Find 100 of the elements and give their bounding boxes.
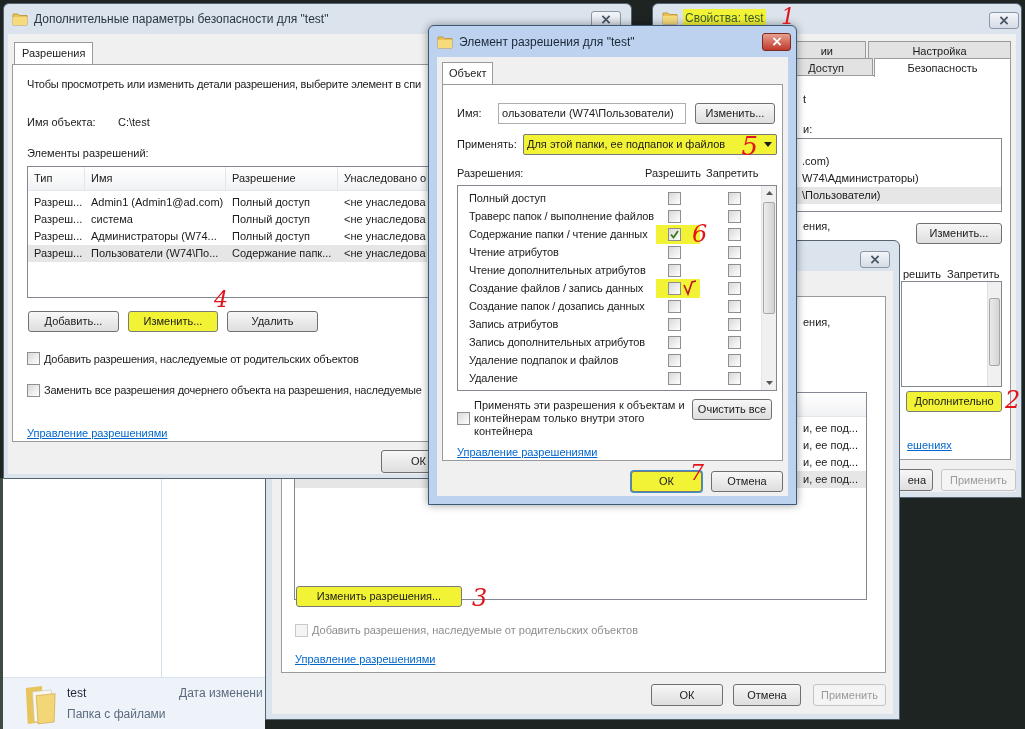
edit-button[interactable]: Изменить... [916, 223, 1002, 244]
close-button[interactable] [762, 32, 791, 51]
tab[interactable]: Разрешения [14, 42, 94, 64]
column-header[interactable]: Имя [85, 166, 226, 190]
tab[interactable]: Объект [442, 62, 494, 84]
checkbox[interactable] [728, 354, 741, 367]
table-cell-text: Полный доступ [231, 211, 312, 227]
table-cell-text: Полный доступ [231, 194, 312, 210]
checkbox[interactable] [728, 336, 741, 349]
checkbox[interactable] [728, 372, 741, 385]
table-cell-text: Содержание папк... [231, 245, 333, 261]
section-label: Разрешения: [457, 166, 525, 181]
checkbox[interactable] [728, 228, 741, 241]
annotation-number: 2 [1005, 388, 1021, 412]
folder-icon [12, 11, 28, 27]
checkbox[interactable] [668, 372, 681, 385]
link[interactable]: Управление разрешениями [457, 443, 598, 460]
name-field[interactable]: ользователи (W74\Пользователи) [498, 103, 686, 124]
close-button[interactable] [860, 251, 890, 268]
edit-permissions-button[interactable]: Изменить разрешения... [296, 586, 462, 607]
window-title: Элемент разрешения для "test" [459, 33, 635, 51]
table-row[interactable]: Разреш... Пользователи (W74\По... Содержание папк... <не унаследова [28, 244, 427, 262]
column-header: Запретить [947, 267, 1000, 282]
checkbox[interactable] [728, 318, 741, 331]
permission-label: Чтение дополнительных атрибутов [468, 263, 647, 279]
column-header[interactable]: Унаследовано о [338, 166, 428, 190]
scroll-down-icon [765, 380, 773, 385]
field-label: Имя: [457, 106, 483, 122]
link[interactable]: Управление разрешениями [295, 651, 436, 668]
checkbox[interactable] [668, 282, 681, 295]
table-row[interactable]: Разреш... система Полный доступ <не унаследова [28, 210, 427, 228]
link[interactable]: Управление разрешениями [27, 424, 168, 441]
scroll-thumb[interactable] [763, 201, 775, 314]
table-cell-text: Администраторы (W74... [90, 228, 218, 244]
checkbox[interactable] [27, 383, 40, 397]
column-header[interactable]: Тип [28, 166, 85, 190]
checkbox[interactable] [668, 300, 681, 313]
dialog-button[interactable]: Отмена [733, 684, 801, 706]
checkbox-label: Добавить разрешения, наследуемые от родительских объектов [44, 351, 359, 367]
permission-label: Чтение атрибутов [468, 245, 560, 261]
checkbox[interactable] [728, 282, 741, 295]
file-type: Папка с файлами [67, 706, 167, 723]
text-fragment: и: [803, 122, 813, 137]
checkbox[interactable] [728, 246, 741, 259]
link[interactable]: ешениях [907, 437, 952, 454]
checkbox[interactable] [27, 352, 40, 366]
change-button[interactable]: Изменить... [695, 103, 775, 124]
button[interactable]: Удалить [227, 310, 318, 332]
text-fragment: t [803, 92, 807, 107]
checkbox-label: Применять эти разрешения к объектам и контейнерам только внутри этого контейнера [473, 398, 686, 438]
scrollbar[interactable] [987, 282, 1001, 386]
table-cell-text: Разреш... [33, 228, 84, 244]
table-cell-text: <не унаследова [343, 194, 426, 210]
checkbox[interactable] [728, 192, 741, 205]
apply-dropdown[interactable]: Для этой папки, ее подпапок и файлов 5 [523, 134, 777, 155]
folder-icon [437, 33, 453, 50]
table-row[interactable]: Разреш... Admin1 (Admin1@ad.com) Полный доступ <не унаследова [28, 193, 427, 211]
dialog-button[interactable]: Отмена [711, 471, 783, 492]
table-cell-text: система [90, 211, 134, 227]
checkbox[interactable] [668, 336, 681, 349]
button[interactable]: Добавить... [28, 310, 119, 332]
tab[interactable]: Безопасность [874, 58, 1011, 77]
clear-all-button[interactable]: Очистить все [692, 398, 772, 420]
checkbox[interactable] [668, 354, 681, 367]
checkbox[interactable] [728, 210, 741, 223]
scrollbar[interactable] [761, 185, 776, 390]
field-label: Имя объекта: [27, 114, 97, 130]
button[interactable]: Изменить... [128, 310, 218, 332]
table-cell-text: <не унаследова [343, 228, 426, 244]
table-cell-text: Разреш... [33, 245, 84, 261]
table-cell-text: Admin1 (Admin1@ad.com) [90, 194, 225, 210]
checkbox[interactable] [668, 210, 681, 223]
file-name: test [67, 685, 88, 702]
column-header[interactable]: Разрешение [226, 166, 338, 190]
column-header: Разрешить [645, 166, 702, 181]
checkbox[interactable] [668, 228, 681, 241]
checkbox[interactable] [668, 264, 681, 277]
checkbox[interactable] [668, 192, 681, 205]
table-row[interactable]: Разреш... Администраторы (W74... Полный доступ <не унаследова [28, 227, 427, 245]
dialog-button[interactable]: ОК [651, 684, 723, 706]
close-icon [870, 255, 880, 264]
checkbox[interactable] [668, 318, 681, 331]
checkbox[interactable] [728, 264, 741, 277]
table-cell-text: Пользователи (W74\По... [90, 245, 220, 261]
tab[interactable]: Настройка [868, 41, 1011, 58]
folder-icon [23, 684, 57, 726]
table-cell-text: Разреш... [33, 194, 84, 210]
table-cell-text: <не унаследова [343, 245, 426, 261]
checkbox[interactable] [668, 246, 681, 259]
annotation-number: 6 [692, 222, 708, 246]
table-cell-text: Полный доступ [231, 228, 312, 244]
close-button[interactable] [989, 12, 1019, 29]
field-value: C:\test [118, 114, 150, 130]
advanced-button[interactable]: Дополнительно [906, 391, 1002, 412]
text-fragment: ения, [803, 219, 831, 234]
permission-label: Удаление [468, 371, 519, 387]
scroll-up-icon [765, 190, 773, 195]
checkbox[interactable] [728, 300, 741, 313]
table-cell-text: <не унаследова [343, 211, 426, 227]
checkbox[interactable] [457, 411, 470, 425]
